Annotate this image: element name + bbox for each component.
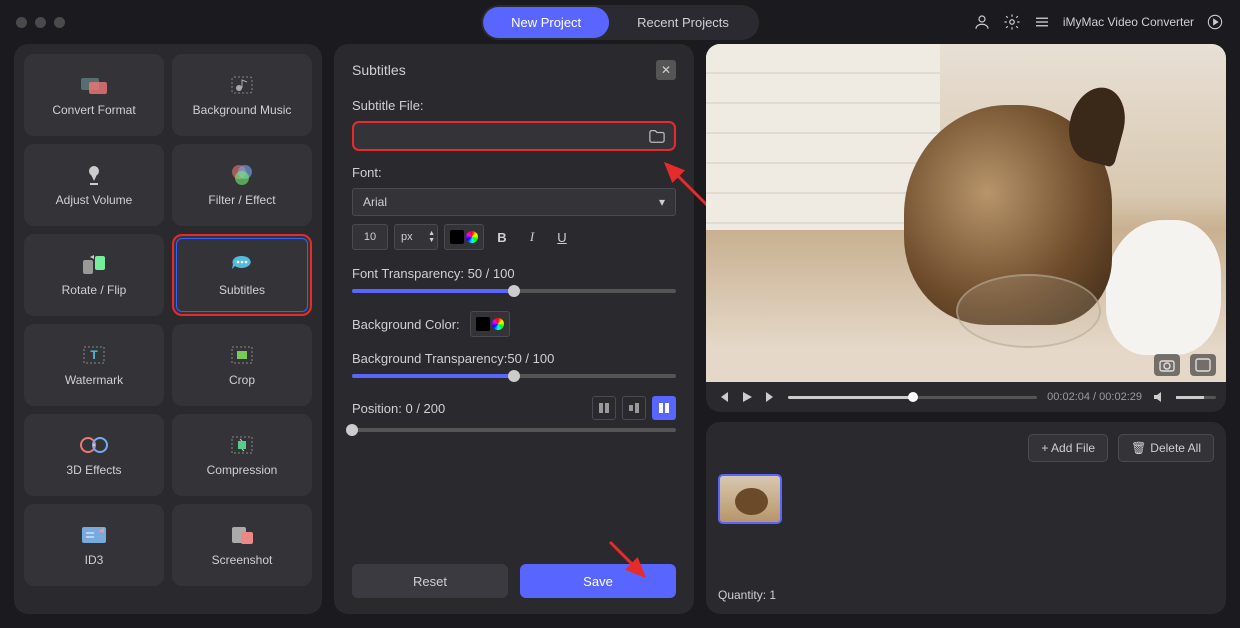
font-label: Font: [352, 165, 676, 180]
bg-color-picker[interactable] [470, 311, 510, 337]
font-size-input[interactable]: 10 [352, 224, 388, 250]
user-icon[interactable] [973, 13, 991, 31]
font-color-picker[interactable] [444, 224, 484, 250]
font-family-select[interactable]: Arial ▾ [352, 188, 676, 216]
snapshot-icon[interactable] [1154, 354, 1180, 376]
sidebar-item-label: Filter / Effect [208, 193, 275, 207]
sidebar-item-convert-format[interactable]: Convert Format [24, 54, 164, 136]
menu-icon[interactable] [1033, 13, 1051, 31]
save-button[interactable]: Save [520, 564, 676, 598]
sidebar-item-background-music[interactable]: Background Music [172, 54, 312, 136]
font-unit-stepper[interactable]: px▲▼ [394, 224, 438, 250]
sidebar-item-label: Compression [207, 463, 278, 477]
timeline-slider[interactable] [788, 396, 1037, 399]
sidebar-item-label: Subtitles [219, 283, 265, 297]
sidebar-item-rotate-flip[interactable]: Rotate / Flip [24, 234, 164, 316]
sidebar-item-filter-effect[interactable]: Filter / Effect [172, 144, 312, 226]
sidebar-item-label: Background Music [193, 103, 292, 117]
close-window-icon[interactable] [16, 17, 27, 28]
sidebar-item-adjust-volume[interactable]: Adjust Volume [24, 144, 164, 226]
subtitles-icon [227, 253, 257, 277]
convert-format-icon [79, 73, 109, 97]
app-name: iMyMac Video Converter [1063, 15, 1194, 29]
filter-effect-icon [227, 163, 257, 187]
3d-effects-icon [79, 433, 109, 457]
sidebar-item-3d-effects[interactable]: 3D Effects [24, 414, 164, 496]
bg-transparency-slider[interactable] [352, 374, 676, 378]
video-preview: 00:02:04 / 00:02:29 [706, 44, 1226, 412]
browse-file-icon[interactable] [648, 127, 666, 145]
volume-slider[interactable] [1176, 396, 1216, 399]
sidebar-item-label: ID3 [85, 553, 104, 567]
screenshot-icon [227, 523, 257, 547]
fullscreen-icon[interactable] [1190, 354, 1216, 376]
volume-icon [79, 163, 109, 187]
bg-transparency-label: Background Transparency:50 / 100 [352, 351, 676, 366]
font-transparency-label: Font Transparency: 50 / 100 [352, 266, 676, 281]
close-icon[interactable]: ✕ [656, 60, 676, 80]
sidebar-item-screenshot[interactable]: Screenshot [172, 504, 312, 586]
add-file-button[interactable]: + Add File [1028, 434, 1108, 462]
file-thumbnail[interactable] [718, 474, 782, 524]
minimize-window-icon[interactable] [35, 17, 46, 28]
align-top-button[interactable] [592, 396, 616, 420]
project-tabs: New Project Recent Projects [481, 5, 759, 40]
prev-icon[interactable] [716, 390, 730, 404]
quantity-label: Quantity: 1 [718, 588, 1214, 602]
sidebar-item-watermark[interactable]: T Watermark [24, 324, 164, 406]
id3-icon [79, 523, 109, 547]
subtitles-panel: Subtitles ✕ Subtitle File: Font: Arial ▾… [334, 44, 694, 614]
compression-icon [227, 433, 257, 457]
time-display: 00:02:04 / 00:02:29 [1047, 391, 1142, 403]
sidebar-item-label: 3D Effects [66, 463, 121, 477]
svg-text:T: T [90, 348, 98, 362]
subtitle-file-label: Subtitle File: [352, 98, 676, 113]
player-controls: 00:02:04 / 00:02:29 [706, 382, 1226, 412]
sidebar-item-crop[interactable]: Crop [172, 324, 312, 406]
font-family-value: Arial [363, 195, 387, 209]
align-bottom-button[interactable] [652, 396, 676, 420]
sidebar-item-id3[interactable]: ID3 [24, 504, 164, 586]
bg-color-label: Background Color: [352, 317, 460, 332]
sidebar-item-label: Watermark [65, 373, 123, 387]
gear-icon[interactable] [1003, 13, 1021, 31]
preview-frame [706, 44, 1226, 382]
chevron-down-icon: ▾ [659, 195, 665, 209]
italic-button[interactable]: I [520, 224, 544, 250]
panel-title: Subtitles [352, 62, 406, 78]
file-list-panel: + Add File 🗑Delete All Quantity: 1 [706, 422, 1226, 614]
crop-icon [227, 343, 257, 367]
background-music-icon [227, 73, 257, 97]
volume-icon[interactable] [1152, 390, 1166, 404]
next-icon[interactable] [764, 390, 778, 404]
rotate-flip-icon [79, 253, 109, 277]
font-transparency-slider[interactable] [352, 289, 676, 293]
bold-button[interactable]: B [490, 224, 514, 250]
sidebar-item-label: Rotate / Flip [62, 283, 127, 297]
delete-all-button[interactable]: 🗑Delete All [1118, 434, 1214, 462]
watermark-icon: T [79, 343, 109, 367]
sidebar-item-label: Screenshot [212, 553, 273, 567]
play-icon[interactable] [740, 390, 754, 404]
play-circle-icon[interactable] [1206, 13, 1224, 31]
align-middle-button[interactable] [622, 396, 646, 420]
sidebar-item-compression[interactable]: Compression [172, 414, 312, 496]
tab-new-project[interactable]: New Project [483, 7, 609, 38]
maximize-window-icon[interactable] [54, 17, 65, 28]
sidebar-item-subtitles[interactable]: Subtitles [172, 234, 312, 316]
tab-recent-projects[interactable]: Recent Projects [609, 7, 757, 38]
sidebar-item-label: Crop [229, 373, 255, 387]
window-controls [16, 17, 65, 28]
tools-sidebar: Convert Format Background Music Adjust V… [14, 44, 322, 614]
position-slider[interactable] [352, 428, 676, 432]
position-label: Position: 0 / 200 [352, 401, 445, 416]
stepper-icon[interactable]: ▲▼ [428, 230, 435, 244]
sidebar-item-label: Adjust Volume [56, 193, 133, 207]
subtitle-file-input[interactable] [352, 121, 676, 151]
titlebar: New Project Recent Projects iMyMac Video… [0, 0, 1240, 44]
reset-button[interactable]: Reset [352, 564, 508, 598]
sidebar-item-label: Convert Format [52, 103, 135, 117]
underline-button[interactable]: U [550, 224, 574, 250]
